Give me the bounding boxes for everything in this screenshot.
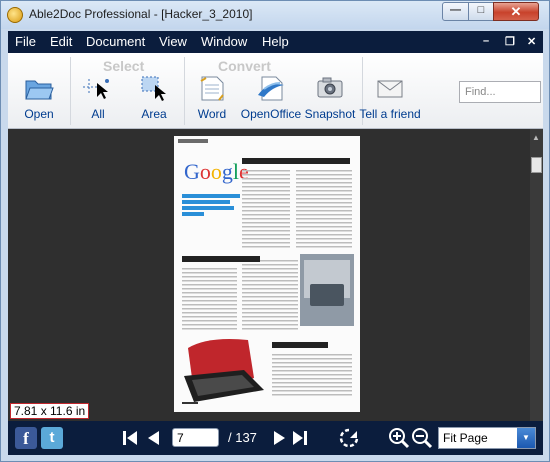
select-area-icon (141, 76, 166, 101)
rotate-icon[interactable] (338, 427, 360, 449)
page-size-indicator: 7.81 x 11.6 in (10, 403, 90, 419)
select-all-icon (83, 79, 109, 99)
svg-text:Google: Google (184, 159, 249, 184)
menu-document[interactable]: Document (86, 34, 145, 49)
page-total: / 137 (228, 430, 257, 445)
vertical-scrollbar[interactable]: ▲ (530, 129, 543, 421)
tell-a-friend-label: Tell a friend (359, 107, 421, 121)
page-number-input[interactable]: 7 (172, 428, 219, 447)
minimize-button[interactable]: — (442, 2, 469, 21)
previous-page-icon[interactable] (147, 430, 161, 446)
menu-view[interactable]: View (159, 34, 187, 49)
window-title: Able2Doc Professional - [Hacker_3_2010] (29, 7, 253, 21)
page-content-graphic: Google (182, 158, 354, 404)
toolbar: Select Convert Open All Area Word OpenOf… (8, 53, 543, 129)
maximize-button[interactable]: □ (468, 2, 494, 21)
scrollbar-thumb[interactable] (531, 157, 542, 173)
group-label-convert: Convert (218, 58, 271, 74)
group-label-select: Select (103, 58, 145, 74)
minimize-icon: — (450, 4, 461, 16)
document-view[interactable]: Google (8, 129, 543, 421)
app-window: Able2Doc Professional - [Hacker_3_2010] … (0, 0, 550, 462)
search-input[interactable]: Find... (459, 81, 541, 103)
facebook-icon[interactable]: f (15, 427, 37, 449)
menu-file[interactable]: File (15, 34, 36, 49)
zoom-select-value: Fit Page (443, 431, 488, 445)
menu-bar: File Edit Document View Window Help – ❐ … (8, 31, 543, 53)
envelope-icon (377, 80, 403, 98)
chevron-down-icon[interactable]: ▼ (517, 428, 535, 448)
next-page-icon[interactable] (272, 430, 286, 446)
menu-help[interactable]: Help (262, 34, 289, 49)
close-icon: ✕ (510, 4, 522, 19)
folder-icon (25, 80, 54, 100)
first-page-icon[interactable] (122, 430, 138, 446)
openoffice-icon (258, 76, 284, 101)
document-page[interactable]: Google (174, 136, 360, 412)
zoom-in-icon[interactable] (388, 427, 410, 449)
maximize-icon: □ (477, 4, 485, 16)
zoom-select[interactable]: Fit Page ▼ (438, 427, 536, 449)
mdi-minimize-icon[interactable]: – (483, 35, 489, 47)
word-document-icon (200, 76, 224, 101)
title-bar[interactable]: Able2Doc Professional - [Hacker_3_2010] … (1, 1, 549, 29)
last-page-icon[interactable] (292, 430, 308, 446)
mdi-close-icon[interactable]: ✕ (527, 35, 536, 48)
zoom-out-icon[interactable] (411, 427, 433, 449)
menu-window[interactable]: Window (201, 34, 247, 49)
scroll-up-icon[interactable]: ▲ (532, 133, 540, 142)
twitter-icon[interactable]: t (41, 427, 63, 449)
navigation-bar: f t 7 / 137 Fit Page ▼ (8, 421, 543, 455)
camera-icon (317, 77, 343, 98)
app-logo-icon (7, 7, 23, 23)
close-button[interactable]: ✕ (493, 2, 539, 21)
tell-a-friend-button[interactable]: Tell a friend (354, 75, 426, 125)
mdi-restore-icon[interactable]: ❐ (505, 35, 515, 48)
menu-edit[interactable]: Edit (50, 34, 72, 49)
